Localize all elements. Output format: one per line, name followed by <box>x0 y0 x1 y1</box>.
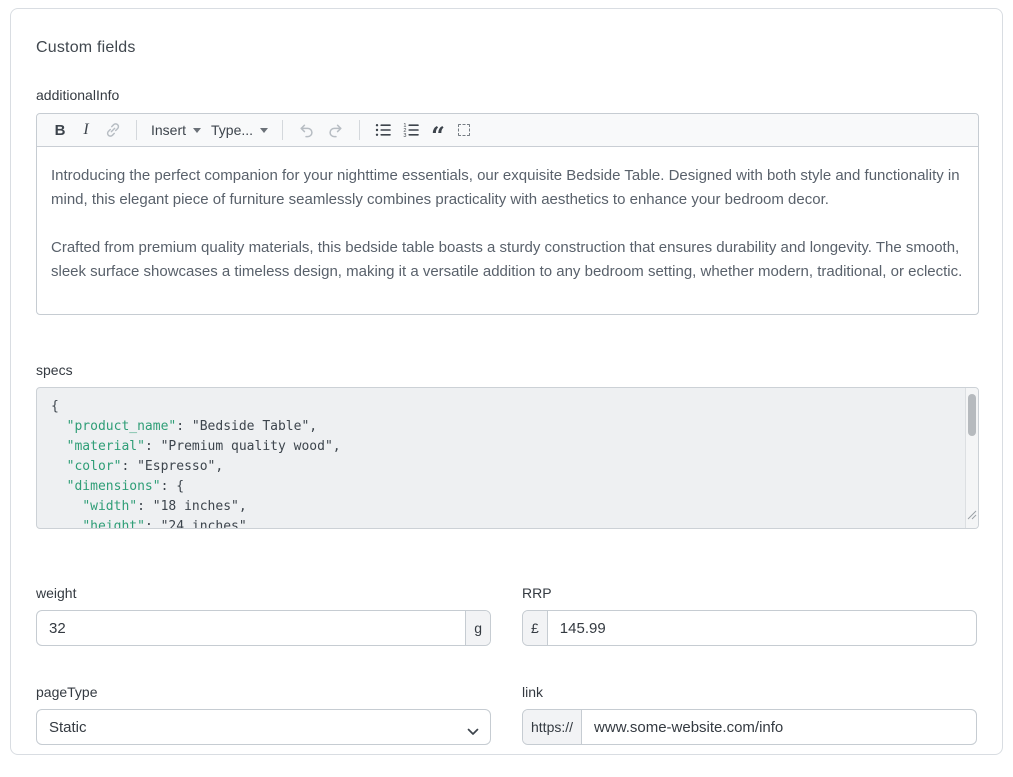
blockquote-icon: “ <box>431 119 445 141</box>
card-title: Custom fields <box>36 39 977 57</box>
toolbar-divider <box>359 120 360 140</box>
link-field: link https:// <box>522 684 977 745</box>
rrp-input[interactable] <box>548 611 976 645</box>
scrollbar-thumb[interactable] <box>968 394 976 436</box>
custom-fields-card: Custom fields additionalInfo B I <box>10 8 1003 755</box>
link-label: link <box>522 684 977 700</box>
ordered-list-icon: 1 2 3 <box>402 121 420 139</box>
page-type-select-wrap: Static <box>36 709 491 745</box>
page-type-select[interactable]: Static <box>36 709 491 745</box>
specs-label: specs <box>36 362 977 378</box>
italic-button[interactable]: I <box>73 117 99 143</box>
redo-icon <box>326 121 345 140</box>
page-type-field: pageType Static <box>36 684 491 745</box>
editor-content[interactable]: Introducing the perfect companion for yo… <box>37 147 978 314</box>
weight-unit-addon: g <box>465 611 490 645</box>
undo-icon <box>297 121 316 140</box>
link-input[interactable] <box>582 710 976 744</box>
weight-input-group: g <box>36 610 491 646</box>
bullet-list-icon <box>374 121 392 139</box>
weight-rrp-row: weight g RRP £ <box>36 585 977 646</box>
ordered-list-button[interactable]: 1 2 3 <box>397 117 425 143</box>
additional-info-section: additionalInfo B I Insert <box>36 87 977 315</box>
weight-field: weight g <box>36 585 491 646</box>
chevron-down-icon <box>193 128 201 133</box>
chevron-down-icon <box>260 128 268 133</box>
svg-text:3: 3 <box>403 133 406 139</box>
frame-button[interactable] <box>451 117 477 143</box>
page-type-label: pageType <box>36 684 491 700</box>
resize-handle-icon[interactable] <box>966 507 977 527</box>
editor-paragraph: Crafted from premium quality materials, … <box>51 236 964 284</box>
link-icon <box>104 121 122 139</box>
specs-textarea[interactable]: { "product_name": "Bedside Table", "mate… <box>36 387 979 529</box>
undo-button[interactable] <box>292 117 321 143</box>
rich-text-editor: B I Insert Typ <box>36 113 979 315</box>
protocol-addon: https:// <box>523 710 582 744</box>
scrollbar-track[interactable] <box>965 388 978 528</box>
pagetype-link-row: pageType Static link https:// <box>36 684 977 745</box>
bullet-list-button[interactable] <box>369 117 397 143</box>
toolbar-divider <box>136 120 137 140</box>
specs-section: specs { "product_name": "Bedside Table",… <box>36 362 977 529</box>
link-input-group: https:// <box>522 709 977 745</box>
insert-dropdown-label: Insert <box>151 122 186 138</box>
blockquote-button[interactable]: “ <box>425 117 451 143</box>
rrp-field: RRP £ <box>522 585 977 646</box>
additional-info-label: additionalInfo <box>36 87 977 103</box>
weight-input[interactable] <box>37 611 465 645</box>
type-dropdown[interactable]: Type... <box>206 117 273 143</box>
insert-dropdown[interactable]: Insert <box>146 117 206 143</box>
rrp-label: RRP <box>522 585 977 601</box>
type-dropdown-label: Type... <box>211 122 253 138</box>
weight-label: weight <box>36 585 491 601</box>
link-button[interactable] <box>99 117 127 143</box>
dashed-box-icon <box>458 124 470 136</box>
editor-toolbar: B I Insert Typ <box>37 114 978 147</box>
bold-button[interactable]: B <box>47 117 73 143</box>
specs-code: { "product_name": "Bedside Table", "mate… <box>51 397 952 529</box>
toolbar-divider <box>282 120 283 140</box>
rrp-input-group: £ <box>522 610 977 646</box>
currency-addon: £ <box>523 611 548 645</box>
editor-paragraph: Introducing the perfect companion for yo… <box>51 164 964 212</box>
redo-button[interactable] <box>321 117 350 143</box>
